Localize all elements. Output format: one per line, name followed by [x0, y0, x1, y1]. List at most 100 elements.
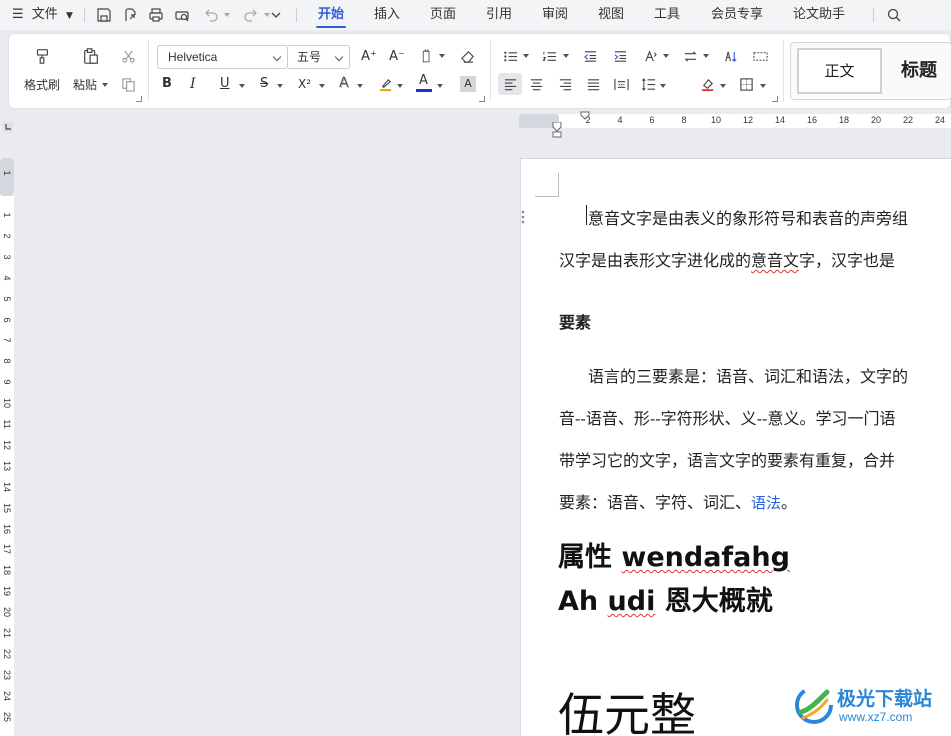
document-page[interactable]: 意音文字是由表义的象形符号和表音的声旁组 汉字是由表形文字进化成的意音文字，汉字…: [520, 158, 951, 736]
grammar-link[interactable]: 语法: [751, 494, 781, 512]
print-preview-icon[interactable]: [173, 6, 191, 24]
decrease-indent-icon[interactable]: [581, 47, 599, 65]
paragraph-dialog-launcher[interactable]: [772, 96, 778, 102]
copy-icon[interactable]: [119, 75, 137, 93]
font-size-select[interactable]: 五号: [288, 45, 350, 69]
cut-icon[interactable]: [119, 47, 137, 65]
paste-label[interactable]: 粘贴: [73, 76, 97, 93]
bold-button[interactable]: B: [162, 76, 172, 91]
style-normal[interactable]: 正文: [797, 48, 882, 94]
paragraph-1-line-2: 汉字是由表形文字进化成的意音文字，汉字也是: [559, 251, 896, 270]
font-dialog-launcher[interactable]: [479, 96, 485, 102]
grow-font-button[interactable]: A⁺: [359, 46, 379, 66]
style-heading[interactable]: 标题: [901, 49, 937, 93]
line-spacing-icon[interactable]: [639, 75, 657, 93]
chevron-down-icon[interactable]: [437, 84, 443, 88]
ruler-tick-label: 9: [2, 379, 12, 385]
show-hide-marks-icon[interactable]: [751, 47, 769, 65]
spellcheck-word[interactable]: udi: [608, 586, 656, 617]
print-icon[interactable]: [147, 6, 165, 24]
highlight-icon[interactable]: [376, 75, 394, 93]
ruler-tick-label: 18: [2, 565, 12, 576]
vertical-ruler[interactable]: 1 1 2 3 4 5 6 7 8 9 10 11 12 13 14 15 16 17 18 19 20 21 22 23 24…: [0, 158, 14, 736]
distributed-align-icon[interactable]: [612, 75, 630, 93]
font-color-button[interactable]: A: [419, 73, 428, 88]
increase-indent-icon[interactable]: [611, 47, 629, 65]
drag-handle-icon[interactable]: [520, 209, 526, 225]
italic-button[interactable]: I: [190, 76, 196, 92]
chevron-down-icon[interactable]: [760, 84, 766, 88]
chevron-down-icon[interactable]: [563, 54, 569, 58]
shading-icon[interactable]: [698, 75, 716, 93]
clear-format-icon[interactable]: [458, 47, 476, 65]
indent-marker-icon[interactable]: [551, 122, 563, 138]
align-right-icon[interactable]: [556, 75, 574, 93]
chevron-down-icon[interactable]: [239, 84, 245, 88]
chevron-down-icon[interactable]: [660, 84, 666, 88]
ruler-tick-label: 7: [2, 337, 12, 343]
ruler-tick-label: 6: [649, 115, 655, 125]
ruler-tick-label: 20: [870, 115, 882, 125]
bullet-list-icon[interactable]: [501, 47, 519, 65]
strikethrough-button[interactable]: S: [260, 76, 268, 91]
paragraph-2-line-4: 要素：语音、字符、词汇、语法。: [559, 493, 798, 512]
shrink-font-button[interactable]: A⁻: [387, 46, 407, 66]
tab-review[interactable]: 审阅: [538, 0, 572, 30]
underline-button[interactable]: U: [220, 76, 230, 91]
first-line-indent-icon[interactable]: [580, 111, 590, 120]
file-menu[interactable]: ☰ 文件 ▼: [12, 0, 73, 30]
tab-stop-selector[interactable]: [3, 117, 13, 132]
spellcheck-word[interactable]: wendafahg: [621, 542, 790, 573]
font-name-select[interactable]: Helvetica: [157, 45, 288, 69]
ruler-tick-label: 6: [2, 316, 12, 322]
redo-icon[interactable]: [242, 6, 260, 24]
export-icon[interactable]: [121, 6, 139, 24]
pinyin-guide-button[interactable]: 文̈: [415, 46, 437, 66]
chinese-layout-icon[interactable]: [641, 47, 659, 65]
align-left-button[interactable]: [498, 73, 522, 95]
chevron-down-icon[interactable]: [523, 54, 529, 58]
superscript-button[interactable]: X²: [298, 77, 311, 91]
search-icon[interactable]: [885, 6, 903, 24]
chevron-down-icon[interactable]: [703, 54, 709, 58]
clipboard-dialog-launcher[interactable]: [136, 96, 142, 102]
tab-home[interactable]: 开始: [314, 0, 348, 30]
chevron-down-icon[interactable]: [102, 83, 108, 87]
chevron-down-icon[interactable]: [277, 84, 283, 88]
horizontal-ruler[interactable]: 2 4 6 8 10 12 14 16 18 20 22 24: [519, 111, 951, 138]
align-center-icon[interactable]: [527, 75, 545, 93]
sort-icon[interactable]: [721, 47, 739, 65]
spellcheck-word[interactable]: 意音文: [751, 251, 799, 270]
margin-corner-mark: [535, 173, 559, 197]
text-effect-button[interactable]: A: [339, 75, 349, 91]
tab-references[interactable]: 引用: [482, 0, 516, 30]
tab-view[interactable]: 视图: [594, 0, 628, 30]
chevron-down-icon[interactable]: [224, 13, 230, 17]
chevron-down-icon[interactable]: [357, 84, 363, 88]
paste-button[interactable]: [79, 44, 103, 68]
site-watermark: 极光下载站 www.xz7.com: [793, 684, 943, 730]
format-painter-button[interactable]: [30, 44, 54, 68]
borders-icon[interactable]: [737, 75, 755, 93]
ruler-tick-label: 24: [934, 115, 946, 125]
chevron-down-icon[interactable]: [720, 84, 726, 88]
chevron-down-icon[interactable]: [397, 84, 403, 88]
tab-thesis-assistant[interactable]: 论文助手: [788, 0, 850, 30]
chevron-down-icon[interactable]: [319, 84, 325, 88]
font-color-swatch: [416, 89, 432, 92]
ruler-tick-label: 1: [2, 212, 12, 218]
tab-tools[interactable]: 工具: [650, 0, 684, 30]
save-icon[interactable]: [95, 6, 113, 24]
text-direction-icon[interactable]: [681, 47, 699, 65]
char-shading-button[interactable]: A: [460, 76, 476, 92]
quick-access-more-icon[interactable]: [267, 6, 285, 24]
chevron-down-icon[interactable]: [439, 54, 445, 58]
tab-member[interactable]: 会员专享: [706, 0, 768, 30]
separator: [296, 8, 297, 22]
numbered-list-icon[interactable]: [540, 47, 558, 65]
undo-icon[interactable]: [202, 6, 220, 24]
tab-insert[interactable]: 插入: [370, 0, 404, 30]
chevron-down-icon[interactable]: [663, 54, 669, 58]
tab-page[interactable]: 页面: [426, 0, 460, 30]
justify-icon[interactable]: [584, 75, 602, 93]
